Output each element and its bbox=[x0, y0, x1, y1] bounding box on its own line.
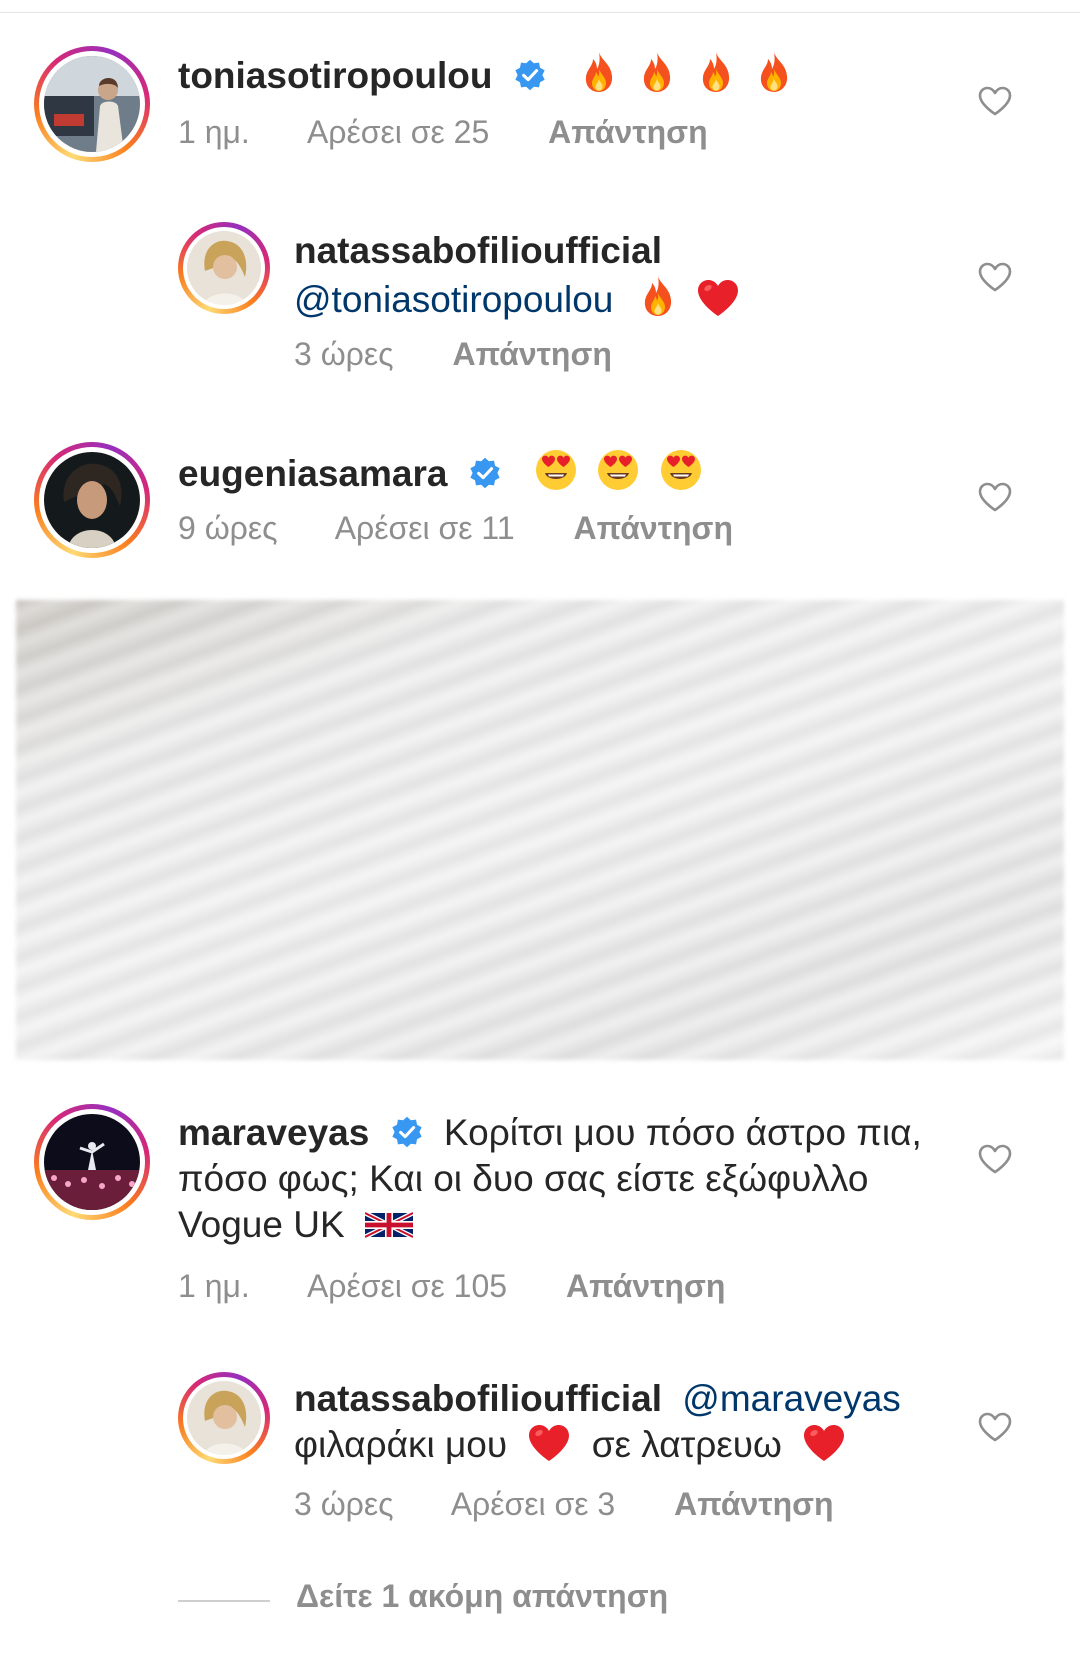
mention-link[interactable]: @maraveyas bbox=[682, 1378, 901, 1419]
avatar-photo bbox=[44, 452, 140, 548]
red-heart-emoji-icon bbox=[527, 1423, 571, 1463]
heart-eyes-emoji-icon bbox=[534, 448, 578, 492]
likes-count-link[interactable]: Αρέσει σε 105 bbox=[307, 1268, 507, 1304]
avatar-natassabofilioufficial[interactable] bbox=[178, 1372, 270, 1464]
comment-2-header: natassabofilioufficial bbox=[294, 228, 662, 274]
comment-4-line3: Vogue UK bbox=[178, 1202, 413, 1248]
fire-emoji-icon bbox=[754, 50, 794, 94]
comment-time: 1 ημ. bbox=[178, 1268, 250, 1304]
username[interactable]: natassabofilioufficial bbox=[294, 230, 662, 271]
likes-count-link[interactable]: Αρέσει σε 11 bbox=[335, 510, 515, 546]
comment-4-line2: πόσο φως; Και οι δυο σας είστε εξώφυλλο bbox=[178, 1156, 868, 1202]
avatar-photo-image bbox=[187, 1381, 261, 1455]
comment-text: Κορίτσι μου πόσο άστρο πια, bbox=[443, 1112, 922, 1153]
reply-button[interactable]: Απάντηση bbox=[452, 336, 611, 372]
fire-emoji-icon bbox=[637, 50, 677, 94]
like-heart-icon[interactable] bbox=[978, 1412, 1012, 1442]
redacted-blur-area bbox=[16, 600, 1064, 1060]
fire-emoji-icon bbox=[579, 50, 619, 94]
likes-count-link[interactable]: Αρέσει σε 3 bbox=[451, 1486, 616, 1522]
comment-time: 3 ώρες bbox=[294, 1486, 394, 1522]
avatar-photo bbox=[187, 1381, 261, 1455]
comments-screen: toniasotiropoulou 1 ημ. Αρέσει σε 25 Απά… bbox=[0, 0, 1080, 1664]
avatar-photo bbox=[187, 231, 261, 305]
reply-button[interactable]: Απάντηση bbox=[674, 1486, 833, 1522]
like-heart-icon[interactable] bbox=[978, 482, 1012, 512]
avatar-toniasotiropoulou[interactable] bbox=[34, 46, 150, 162]
avatar-photo-image bbox=[44, 56, 140, 152]
fire-emoji-icon bbox=[696, 50, 736, 94]
avatar-photo-image bbox=[187, 231, 261, 305]
comment-time: 3 ώρες bbox=[294, 336, 394, 372]
comment-5-meta: 3 ώρες Αρέσει σε 3 Απάντηση bbox=[294, 1486, 834, 1523]
username[interactable]: maraveyas bbox=[178, 1112, 369, 1153]
username[interactable]: eugeniasamara bbox=[178, 453, 447, 494]
avatar-maraveyas[interactable] bbox=[34, 1104, 150, 1220]
fire-emoji-icon bbox=[638, 274, 678, 318]
comment-time: 1 ημ. bbox=[178, 114, 250, 150]
username[interactable]: toniasotiropoulou bbox=[178, 55, 492, 96]
comment-3-meta: 9 ώρες Αρέσει σε 11 Απάντηση bbox=[178, 510, 733, 547]
avatar-photo-image bbox=[44, 1114, 140, 1210]
avatar-photo bbox=[44, 1114, 140, 1210]
like-heart-icon[interactable] bbox=[978, 1144, 1012, 1174]
view-more-replies-label[interactable]: Δείτε 1 ακόμη απάντηση bbox=[296, 1578, 668, 1615]
reply-button[interactable]: Απάντηση bbox=[548, 114, 707, 150]
username[interactable]: natassabofilioufficial bbox=[294, 1378, 662, 1419]
heart-eyes-emoji-icon bbox=[596, 448, 640, 492]
comment-text: πόσο φως; Και οι δυο σας είστε εξώφυλλο bbox=[178, 1158, 869, 1199]
reply-button[interactable]: Απάντηση bbox=[566, 1268, 725, 1304]
comment-3-header: eugeniasamara bbox=[178, 448, 703, 497]
heart-eyes-emoji-icon bbox=[659, 448, 703, 492]
avatar-natassabofilioufficial[interactable] bbox=[178, 222, 270, 314]
comment-text: σε λατρευω bbox=[591, 1424, 782, 1465]
comment-2-meta: 3 ώρες Απάντηση bbox=[294, 336, 612, 373]
top-divider bbox=[0, 12, 1080, 13]
likes-count-link[interactable]: Αρέσει σε 25 bbox=[307, 114, 489, 150]
comment-time: 9 ώρες bbox=[178, 510, 278, 546]
avatar-eugeniasamara[interactable] bbox=[34, 442, 150, 558]
comment-4-line1: maraveyas Κορίτσι μου πόσο άστρο πια, bbox=[178, 1110, 922, 1156]
avatar-photo-image bbox=[44, 452, 140, 548]
like-heart-icon[interactable] bbox=[978, 86, 1012, 116]
red-heart-emoji-icon bbox=[802, 1423, 846, 1463]
comment-1-header: toniasotiropoulou bbox=[178, 50, 794, 99]
comment-2-body: @toniasotiropoulou bbox=[294, 274, 740, 323]
avatar-photo bbox=[44, 56, 140, 152]
comment-text: φιλαράκι μου bbox=[294, 1424, 508, 1465]
view-more-divider bbox=[178, 1600, 270, 1602]
verified-badge-icon bbox=[390, 1115, 424, 1149]
comment-5-line2: φιλαράκι μου σε λατρευω bbox=[294, 1422, 846, 1468]
mention-link[interactable]: @toniasotiropoulou bbox=[294, 279, 613, 320]
comment-1-meta: 1 ημ. Αρέσει σε 25 Απάντηση bbox=[178, 114, 708, 151]
verified-badge-icon bbox=[468, 456, 502, 490]
like-heart-icon[interactable] bbox=[978, 262, 1012, 292]
verified-badge-icon bbox=[513, 58, 547, 92]
comment-4-meta: 1 ημ. Αρέσει σε 105 Απάντηση bbox=[178, 1268, 725, 1305]
red-heart-emoji-icon bbox=[696, 278, 740, 318]
comment-text: Vogue UK bbox=[178, 1204, 345, 1245]
reply-button[interactable]: Απάντηση bbox=[574, 510, 733, 546]
comment-5-line1: natassabofilioufficial @maraveyas bbox=[294, 1376, 901, 1422]
uk-flag-emoji-icon bbox=[365, 1211, 413, 1239]
